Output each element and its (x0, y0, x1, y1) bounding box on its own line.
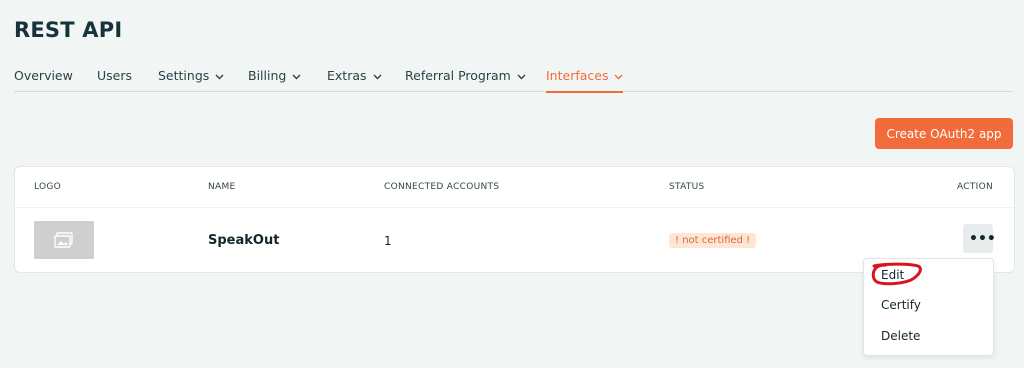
tab-overview[interactable]: Overview (14, 68, 73, 83)
menu-item-certify[interactable]: Certify (881, 298, 921, 312)
column-header-status: STATUS (669, 182, 705, 192)
menu-item-edit[interactable]: Edit (881, 268, 904, 282)
column-header-logo: LOGO (34, 182, 62, 192)
tab-label: Users (97, 68, 133, 83)
tab-bar: Overview Users Settings Billing Extras R… (14, 60, 1013, 93)
tab-settings[interactable]: Settings (158, 68, 224, 83)
chevron-down-icon (292, 74, 301, 79)
tab-users[interactable]: Users (97, 68, 132, 83)
tab-extras[interactable]: Extras (327, 68, 382, 83)
create-oauth2-app-button[interactable]: Create OAuth2 app (875, 118, 1013, 149)
menu-item-delete[interactable]: Delete (881, 329, 920, 343)
column-header-connected-accounts: CONNECTED ACCOUNTS (384, 182, 500, 192)
tab-interfaces[interactable]: Interfaces (546, 68, 624, 93)
connected-accounts-count: 1 (384, 234, 392, 248)
tab-label: Referral Program (405, 68, 511, 83)
tab-label: Extras (327, 68, 367, 83)
tab-label: Billing (248, 68, 287, 83)
header-divider (15, 207, 1014, 208)
chevron-down-icon (517, 74, 526, 79)
app-name: SpeakOut (208, 233, 280, 248)
tab-label: Settings (158, 68, 210, 83)
tab-billing[interactable]: Billing (248, 68, 301, 83)
row-actions-button[interactable]: ••• (963, 224, 996, 253)
tab-label: Interfaces (546, 68, 609, 83)
row-actions-menu: Edit Certify Delete (863, 258, 994, 356)
tab-referral-program[interactable]: Referral Program (405, 68, 526, 83)
chevron-down-icon (373, 74, 382, 79)
chevron-down-icon (215, 74, 224, 79)
image-placeholder-icon (54, 232, 73, 248)
column-header-name: NAME (208, 182, 236, 192)
tab-label: Overview (14, 68, 73, 83)
apps-table: LOGO NAME CONNECTED ACCOUNTS STATUS ACTI… (14, 166, 1015, 273)
chevron-down-icon (614, 74, 623, 79)
column-header-action: ACTION (957, 182, 994, 192)
status-badge: ! not certified ! (669, 233, 757, 248)
page-title: REST API (14, 18, 123, 42)
app-logo-placeholder (34, 221, 94, 259)
